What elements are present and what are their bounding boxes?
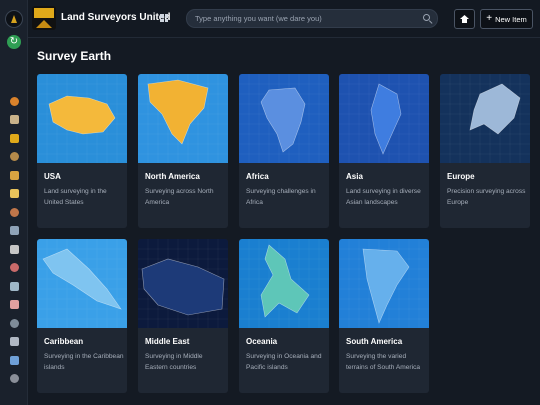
search-icon[interactable] — [423, 14, 430, 21]
top-bar: Land Surveyors United + New Item — [28, 0, 540, 38]
sidebar-nav-icon[interactable] — [0, 92, 28, 111]
home-icon — [460, 15, 469, 23]
region-card-title[interactable]: North America — [145, 172, 200, 181]
region-map-image — [339, 74, 429, 163]
region-card-description: Surveying challenges in Africa — [246, 188, 316, 206]
region-card[interactable]: Oceania Surveying in Oceania and Pacific … — [239, 239, 329, 393]
region-card[interactable]: Middle East Surveying in Middle Eastern c… — [138, 239, 228, 393]
region-card-description: Surveying in Oceania and Pacific islands — [246, 353, 322, 371]
plus-icon: + — [486, 13, 493, 24]
region-card-title[interactable]: Asia — [346, 172, 363, 181]
home-button[interactable] — [454, 9, 475, 29]
region-map-image — [339, 239, 429, 328]
sidebar-nav-icon[interactable] — [0, 203, 28, 222]
region-map-image — [239, 239, 329, 328]
region-card[interactable]: Asia Land surveying in diverse Asian land… — [339, 74, 429, 228]
sidebar-nav-icon[interactable] — [0, 314, 28, 333]
sidebar-nav-icon[interactable] — [0, 240, 28, 259]
sidebar-nav-icon[interactable] — [0, 370, 28, 389]
brand-name[interactable]: Land Surveyors United — [61, 12, 170, 23]
region-card-description: Land surveying in diverse Asian landscap… — [346, 188, 421, 206]
app-logo-icon[interactable] — [5, 10, 23, 28]
page-title: Survey Earth — [37, 49, 112, 63]
sidebar-nav-icon[interactable] — [0, 129, 28, 148]
region-card-title[interactable]: South America — [346, 337, 402, 346]
region-map-image — [37, 74, 127, 163]
region-card[interactable]: Africa Surveying challenges in Africa — [239, 74, 329, 228]
sidebar-nav-icon[interactable] — [0, 277, 28, 296]
region-card-description: Precision surveying across Europe — [447, 188, 526, 206]
sidebar-nav-icon[interactable] — [0, 111, 28, 130]
new-item-label: New Item — [495, 14, 527, 24]
region-map-image — [440, 74, 530, 163]
region-card[interactable]: USA Land surveying in the United States — [37, 74, 127, 228]
region-card[interactable]: Caribbean Surveying in the Caribbean isla… — [37, 239, 127, 393]
region-card-title[interactable]: USA — [44, 172, 61, 181]
apps-grid-icon[interactable] — [160, 14, 168, 22]
region-card[interactable]: North America Surveying across North Amer… — [138, 74, 228, 228]
region-card[interactable]: South America Surveying the varied terrai… — [339, 239, 429, 393]
sidebar: ↻ — [0, 0, 28, 405]
region-map-image — [138, 239, 228, 328]
region-card-description: Surveying across North America — [145, 188, 214, 206]
sidebar-nav-icon[interactable] — [0, 166, 28, 185]
region-card-title[interactable]: Caribbean — [44, 337, 83, 346]
sidebar-nav-icon[interactable] — [0, 351, 28, 370]
region-card-description: Surveying in the Caribbean islands — [44, 353, 124, 371]
region-card-title[interactable]: Middle East — [145, 337, 189, 346]
region-card-title[interactable]: Oceania — [246, 337, 277, 346]
region-card[interactable]: Europe Precision surveying across Europe — [440, 74, 530, 228]
brand-logo-icon[interactable] — [32, 6, 56, 30]
region-map-image — [138, 74, 228, 163]
region-card-description: Surveying in Middle Eastern countries — [145, 353, 203, 371]
region-card-title[interactable]: Europe — [447, 172, 475, 181]
search-input[interactable] — [195, 10, 420, 27]
sidebar-nav-icon[interactable] — [0, 259, 28, 278]
sidebar-icon-list — [0, 92, 28, 388]
region-map-image — [37, 239, 127, 328]
region-card-description: Land surveying in the United States — [44, 188, 107, 206]
sidebar-nav-icon[interactable] — [0, 222, 28, 241]
region-map-image — [239, 74, 329, 163]
sidebar-nav-icon[interactable] — [0, 185, 28, 204]
refresh-icon[interactable]: ↻ — [7, 35, 21, 49]
region-card-description: Surveying the varied terrains of South A… — [346, 353, 421, 371]
sidebar-nav-icon[interactable] — [0, 148, 28, 167]
search-bar — [186, 9, 438, 28]
new-item-button[interactable]: + New Item — [480, 9, 533, 29]
sidebar-nav-icon[interactable] — [0, 296, 28, 315]
region-card-title[interactable]: Africa — [246, 172, 269, 181]
sidebar-nav-icon[interactable] — [0, 333, 28, 352]
